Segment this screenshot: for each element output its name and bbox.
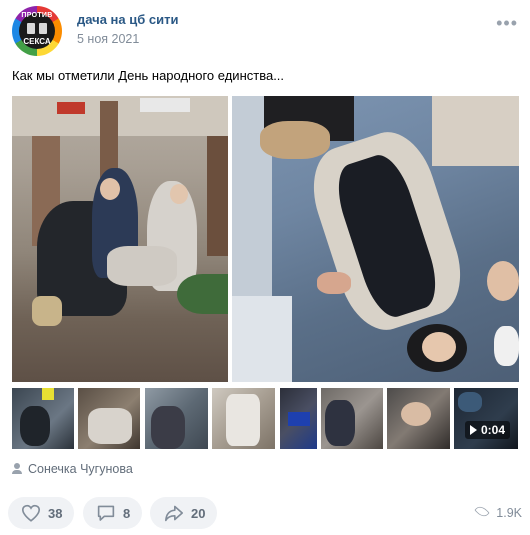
thumb-detail (325, 400, 355, 446)
share-arrow-icon (165, 505, 183, 522)
avatar-figure-icon (39, 23, 47, 34)
post-thumbnail[interactable] (321, 388, 383, 449)
group-avatar[interactable]: ПРОТИВ СЕКСА (12, 6, 62, 56)
avatar-top-text: ПРОТИВ (21, 12, 53, 19)
photo-floor-marker (177, 274, 228, 314)
thumb-detail (288, 412, 310, 426)
post-thumbnail[interactable] (145, 388, 208, 449)
heart-icon (21, 504, 41, 522)
comment-count: 8 (123, 506, 131, 521)
more-dots-icon[interactable]: ••• (496, 14, 518, 32)
photo-sign (57, 102, 85, 114)
video-duration-badge: 0:04 (464, 421, 510, 439)
photo-hand (317, 272, 351, 294)
photo-face (170, 184, 188, 204)
photo-ceiling (12, 96, 228, 136)
view-count: 1.9K (496, 506, 522, 520)
thumb-detail (42, 388, 54, 400)
avatar-figure-icon (27, 23, 35, 34)
play-icon (469, 425, 477, 435)
thumb-detail (151, 406, 185, 449)
photo-shoe (260, 121, 330, 159)
photo-shoe (32, 296, 62, 326)
photo-face (100, 178, 120, 200)
thumb-detail (20, 406, 50, 446)
wall-post: ПРОТИВ СЕКСА дача на цб сити 5 ноя 2021 … (0, 0, 530, 535)
photo-column (207, 136, 228, 256)
photo-person (107, 246, 177, 286)
person-icon (12, 463, 22, 474)
avatar-bottom-text: СЕКСА (23, 37, 51, 46)
eye-icon (474, 503, 490, 520)
photo-seat (232, 296, 292, 382)
post-thumbnail[interactable] (212, 388, 275, 449)
like-count: 38 (48, 506, 63, 521)
share-count: 20 (191, 506, 206, 521)
post-thumbnail[interactable] (280, 388, 317, 449)
post-date[interactable]: 5 ноя 2021 (77, 32, 139, 46)
post-text: Как мы отметили День народного единства.… (12, 68, 285, 83)
view-counter: 1.9K (474, 503, 522, 520)
group-name-link[interactable]: дача на цб сити (77, 12, 178, 27)
video-duration: 0:04 (480, 423, 505, 437)
post-photo-1[interactable] (12, 96, 228, 382)
thumb-detail (226, 394, 260, 446)
post-thumbnail[interactable] (387, 388, 450, 449)
thumb-detail (401, 402, 431, 426)
thumb-detail (88, 408, 132, 444)
post-thumbnail[interactable] (78, 388, 140, 449)
post-thumbnail[interactable] (12, 388, 74, 449)
photo-face (422, 332, 456, 362)
author-name: Сонечка Чугунова (28, 462, 133, 476)
comment-icon (97, 505, 115, 521)
post-author-link[interactable]: Сонечка Чугунова (12, 462, 133, 476)
video-thumbnail[interactable]: 0:04 (454, 388, 518, 449)
post-photo-2[interactable] (232, 96, 519, 382)
thumb-detail (458, 392, 482, 412)
post-header: ПРОТИВ СЕКСА дача на цб сити 5 ноя 2021 … (12, 4, 518, 56)
share-button[interactable]: 20 (150, 497, 217, 529)
photo-person (432, 96, 519, 166)
photo-hand (487, 261, 519, 301)
like-button[interactable]: 38 (8, 497, 74, 529)
comment-button[interactable]: 8 (83, 497, 142, 529)
photo-shoe (494, 326, 519, 366)
photo-sign (140, 98, 190, 112)
